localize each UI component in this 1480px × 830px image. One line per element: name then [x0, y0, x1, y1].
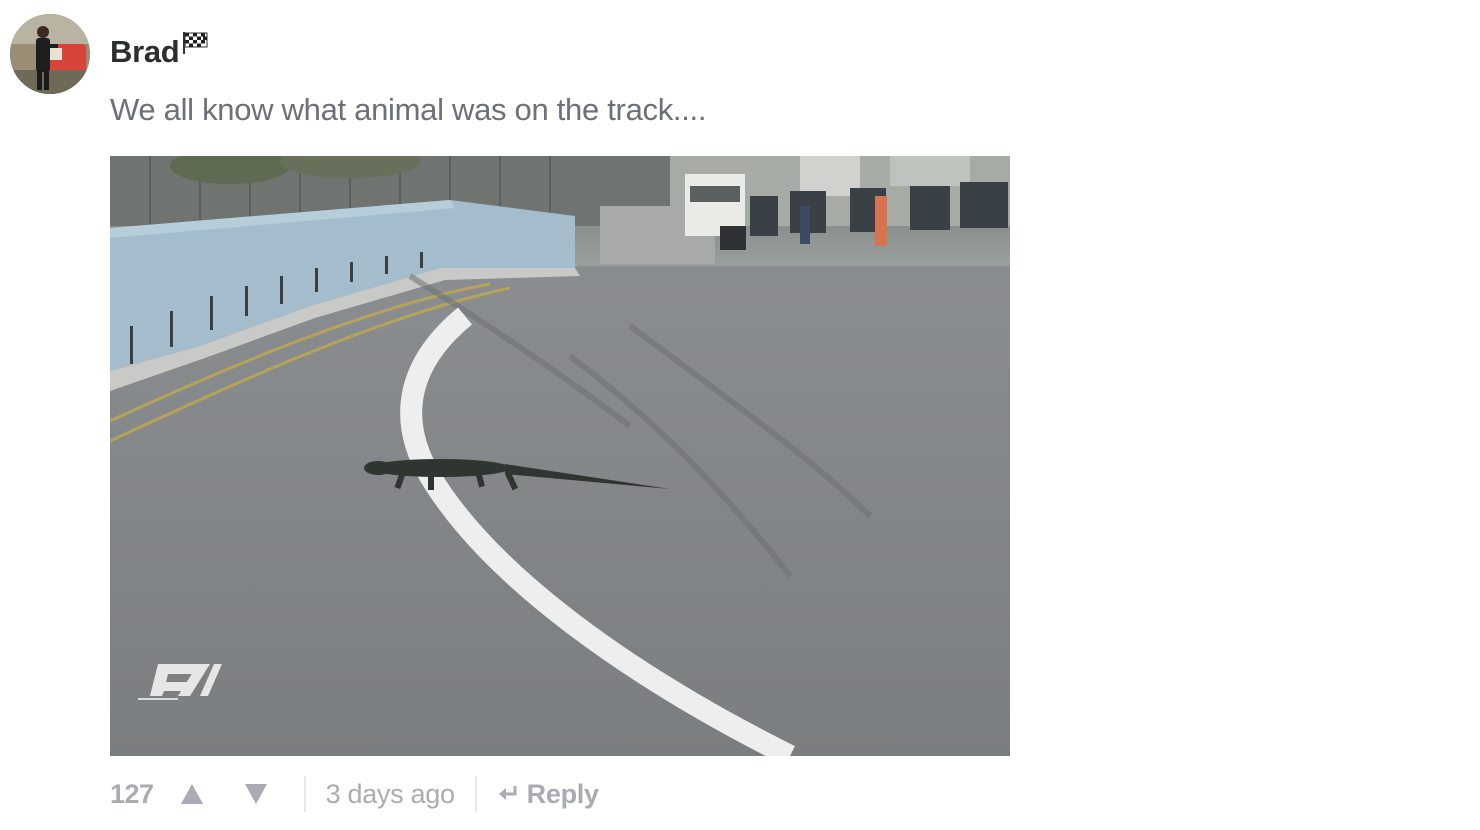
footer-divider	[303, 776, 306, 812]
author-name[interactable]: Brad	[110, 34, 180, 70]
triangle-up-icon	[180, 784, 203, 804]
track-lizard-photo	[110, 156, 1010, 756]
downvote-button[interactable]	[242, 780, 270, 808]
avatar-photo	[10, 14, 90, 94]
reply-arrow-icon	[498, 786, 517, 800]
checkered-flag-icon	[182, 31, 208, 60]
author-avatar[interactable]	[10, 14, 90, 94]
upvote-button[interactable]	[178, 780, 206, 808]
reply-button[interactable]: Reply	[497, 779, 599, 810]
author-row: Brad	[110, 30, 208, 74]
comment-footer: 127 3 days ago Reply	[110, 772, 599, 816]
comment-timestamp[interactable]: 3 days ago	[326, 779, 455, 810]
reply-label: Reply	[526, 778, 599, 809]
vote-count: 127	[110, 778, 154, 809]
footer-divider	[474, 776, 477, 812]
triangle-down-icon	[244, 784, 267, 804]
comment-image[interactable]	[110, 156, 1010, 756]
comment: Brad We all know what animal was on the …	[0, 0, 1480, 830]
comment-body: We all know what animal was on the track…	[110, 92, 707, 127]
